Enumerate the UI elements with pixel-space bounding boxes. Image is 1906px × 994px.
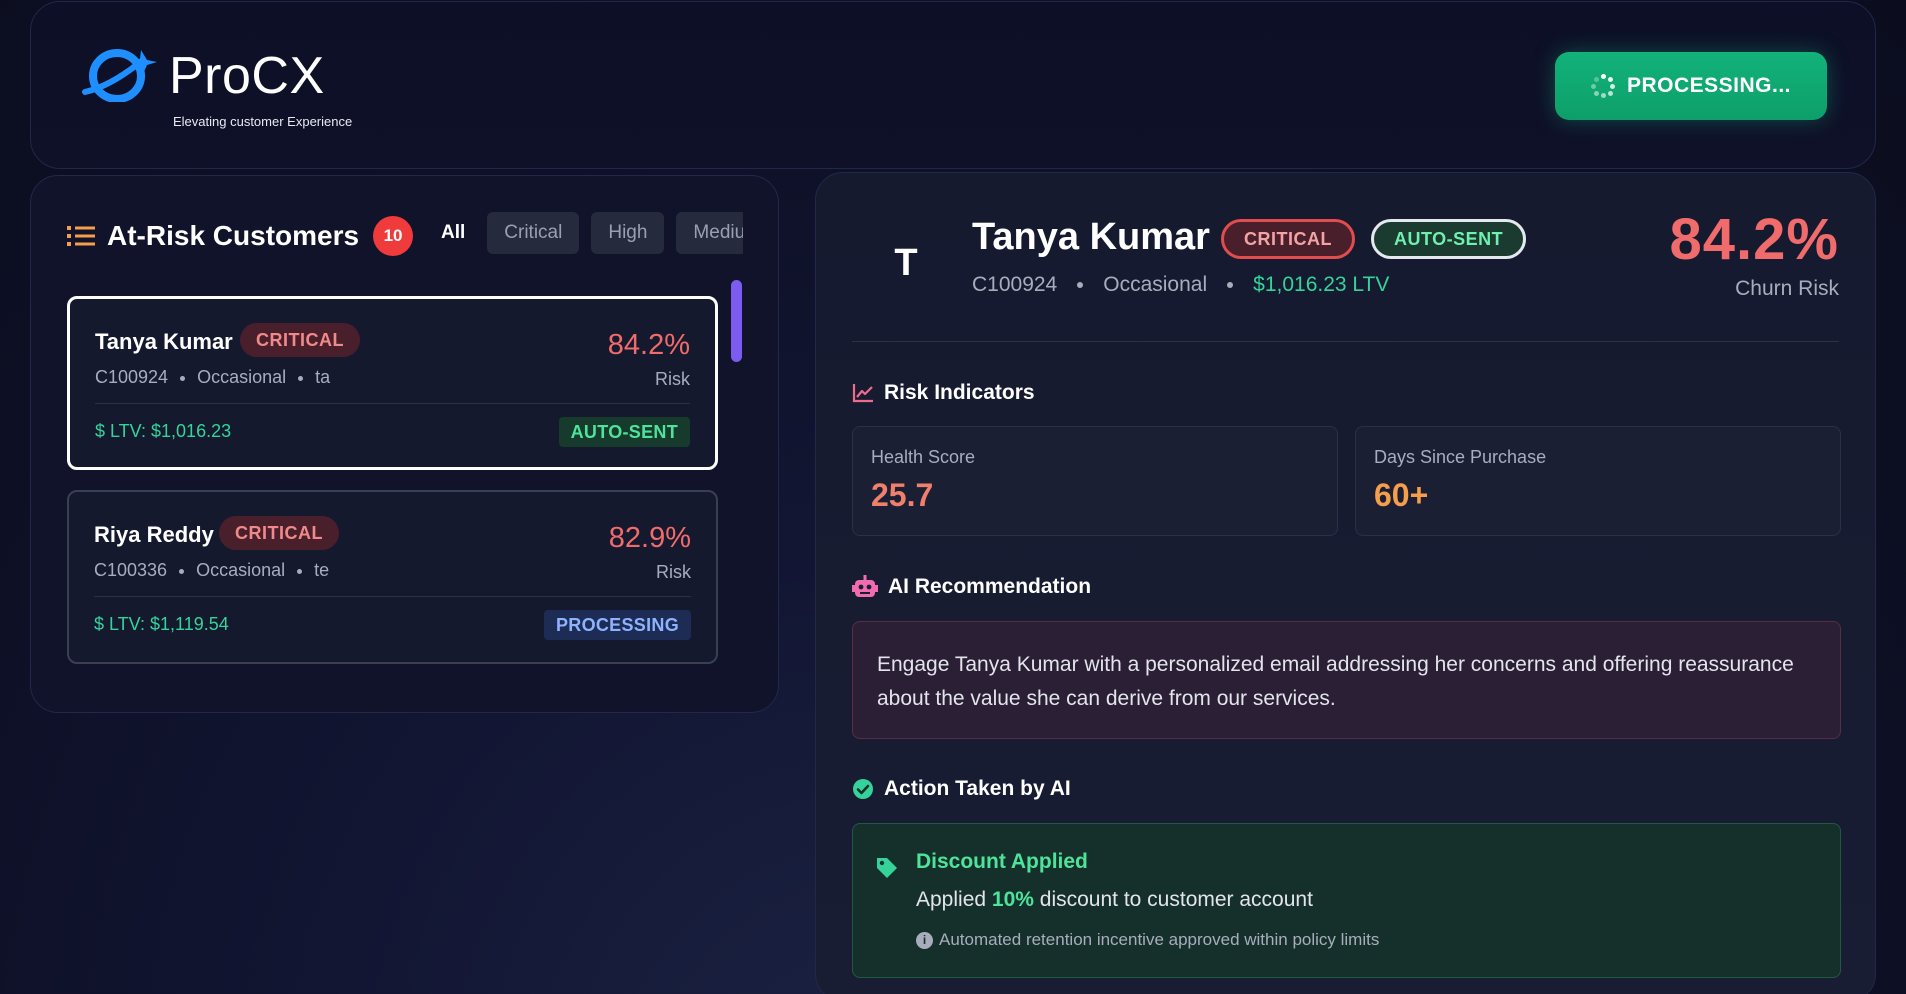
at-risk-customers-panel: At-Risk Customers 10 All Critical High M…: [30, 175, 779, 713]
chart-line-icon: [852, 384, 873, 403]
tag-icon: [877, 858, 897, 878]
count-badge: 10: [373, 216, 414, 256]
card-divider: [95, 403, 690, 404]
severity-badge: CRITICAL: [219, 516, 339, 550]
customer-detail-panel: T Tanya Kumar CRITICAL AUTO-SENT C100924…: [815, 172, 1876, 994]
action-description: Applied 10% discount to customer account: [916, 888, 1313, 912]
avatar: T: [894, 241, 918, 284]
check-circle-icon: [853, 779, 873, 799]
ai-recommendation-title: AI Recommendation: [888, 575, 1092, 598]
metric-label: Days Since Purchase: [1374, 447, 1547, 467]
action-heading: Discount Applied: [916, 850, 1088, 873]
risk-indicators-title: Risk Indicators: [884, 381, 1035, 404]
detail-segment: Occasional: [1103, 273, 1208, 296]
customer-id: C100924: [95, 367, 169, 387]
action-pre: Applied: [916, 888, 987, 911]
scrollbar-thumb[interactable]: [731, 280, 742, 362]
risk-label: Risk: [655, 369, 690, 389]
customer-segment: Occasional: [196, 560, 286, 580]
customer-name: Riya Reddy: [94, 522, 214, 547]
card-divider: [94, 596, 691, 597]
ai-recommendation-box: Engage Tanya Kumar with a personalized e…: [852, 621, 1841, 739]
app-header: ProCX Elevating customer Experience PROC…: [30, 1, 1876, 169]
filter-all[interactable]: All: [431, 212, 475, 254]
customer-segment: Occasional: [197, 367, 287, 387]
detail-ltv: $1,016.23 LTV: [1253, 273, 1390, 296]
health-score-card: Health Score 25.7: [852, 426, 1338, 536]
customer-meta: C100336 Occasional te: [94, 560, 329, 581]
risk-value: 82.9%: [608, 522, 691, 554]
brand-title: ProCX: [169, 47, 325, 105]
status-badge: PROCESSING: [543, 610, 691, 640]
action-taken-box: Discount Applied Applied 10% discount to…: [852, 823, 1841, 978]
customer-extra: te: [314, 560, 330, 580]
orbit-logo-icon: [82, 49, 157, 102]
ai-recommendation-heading: AI Recommendation: [852, 575, 1091, 599]
info-icon: i: [916, 931, 933, 949]
risk-value: 84.2%: [607, 329, 690, 361]
filter-high[interactable]: High: [591, 212, 665, 254]
risk-indicators-heading: Risk Indicators: [852, 381, 1035, 405]
metric-value: 60+: [1374, 477, 1429, 513]
days-since-purchase-card: Days Since Purchase 60+: [1355, 426, 1841, 536]
customer-id: C100336: [94, 560, 168, 580]
detail-meta: C100924 Occasional $1,016.23 LTV: [972, 273, 1389, 297]
filter-medium[interactable]: Medium: [676, 212, 743, 254]
brand-tagline: Elevating customer Experience: [173, 114, 353, 129]
detail-status-badge: AUTO-SENT: [1371, 219, 1527, 259]
detail-customer-name: Tanya Kumar: [972, 216, 1210, 258]
discount-percent: 10%: [991, 888, 1034, 911]
customer-name: Tanya Kumar: [95, 329, 233, 354]
churn-risk-value: 84.2%: [1669, 207, 1839, 272]
processing-label: PROCESSING...: [1626, 74, 1792, 97]
metric-value: 25.7: [871, 477, 934, 513]
action-taken-heading: Action Taken by AI: [852, 777, 1071, 801]
ai-recommendation-text: Engage Tanya Kumar with a personalized e…: [877, 653, 1794, 710]
churn-risk-label: Churn Risk: [1735, 277, 1839, 300]
customer-card[interactable]: Riya Reddy CRITICAL C100336 Occasional te …: [67, 490, 718, 664]
robot-icon: [852, 575, 878, 597]
detail-customer-id: C100924: [972, 273, 1058, 296]
risk-label: Risk: [656, 562, 691, 582]
action-taken-title: Action Taken by AI: [884, 777, 1071, 800]
detail-severity-badge: CRITICAL: [1221, 219, 1355, 259]
action-note: i Automated retention incentive approved…: [916, 930, 1379, 950]
customer-meta: C100924 Occasional ta: [95, 367, 330, 388]
processing-button[interactable]: PROCESSING...: [1555, 52, 1827, 120]
spinner-icon: [1590, 74, 1615, 98]
customer-card[interactable]: Tanya Kumar CRITICAL C100924 Occasional ta…: [67, 296, 718, 470]
ltv-value: $ LTV: $1,119.54: [94, 614, 229, 634]
ltv-value: $ LTV: $1,016.23: [95, 421, 232, 441]
status-badge: AUTO-SENT: [558, 417, 690, 447]
list-icon: [67, 226, 95, 246]
customer-extra: ta: [315, 367, 331, 387]
severity-badge: CRITICAL: [240, 323, 360, 357]
action-post: discount to customer account: [1039, 888, 1313, 911]
detail-divider: [852, 341, 1839, 342]
metric-label: Health Score: [871, 447, 976, 467]
panel-title-text: At-Risk Customers: [107, 220, 360, 251]
filter-tabs: All Critical High Medium: [431, 212, 743, 256]
action-note-text: Automated retention incentive approved w…: [939, 930, 1380, 949]
filter-critical[interactable]: Critical: [487, 212, 580, 254]
panel-title: At-Risk Customers 10: [67, 216, 414, 256]
